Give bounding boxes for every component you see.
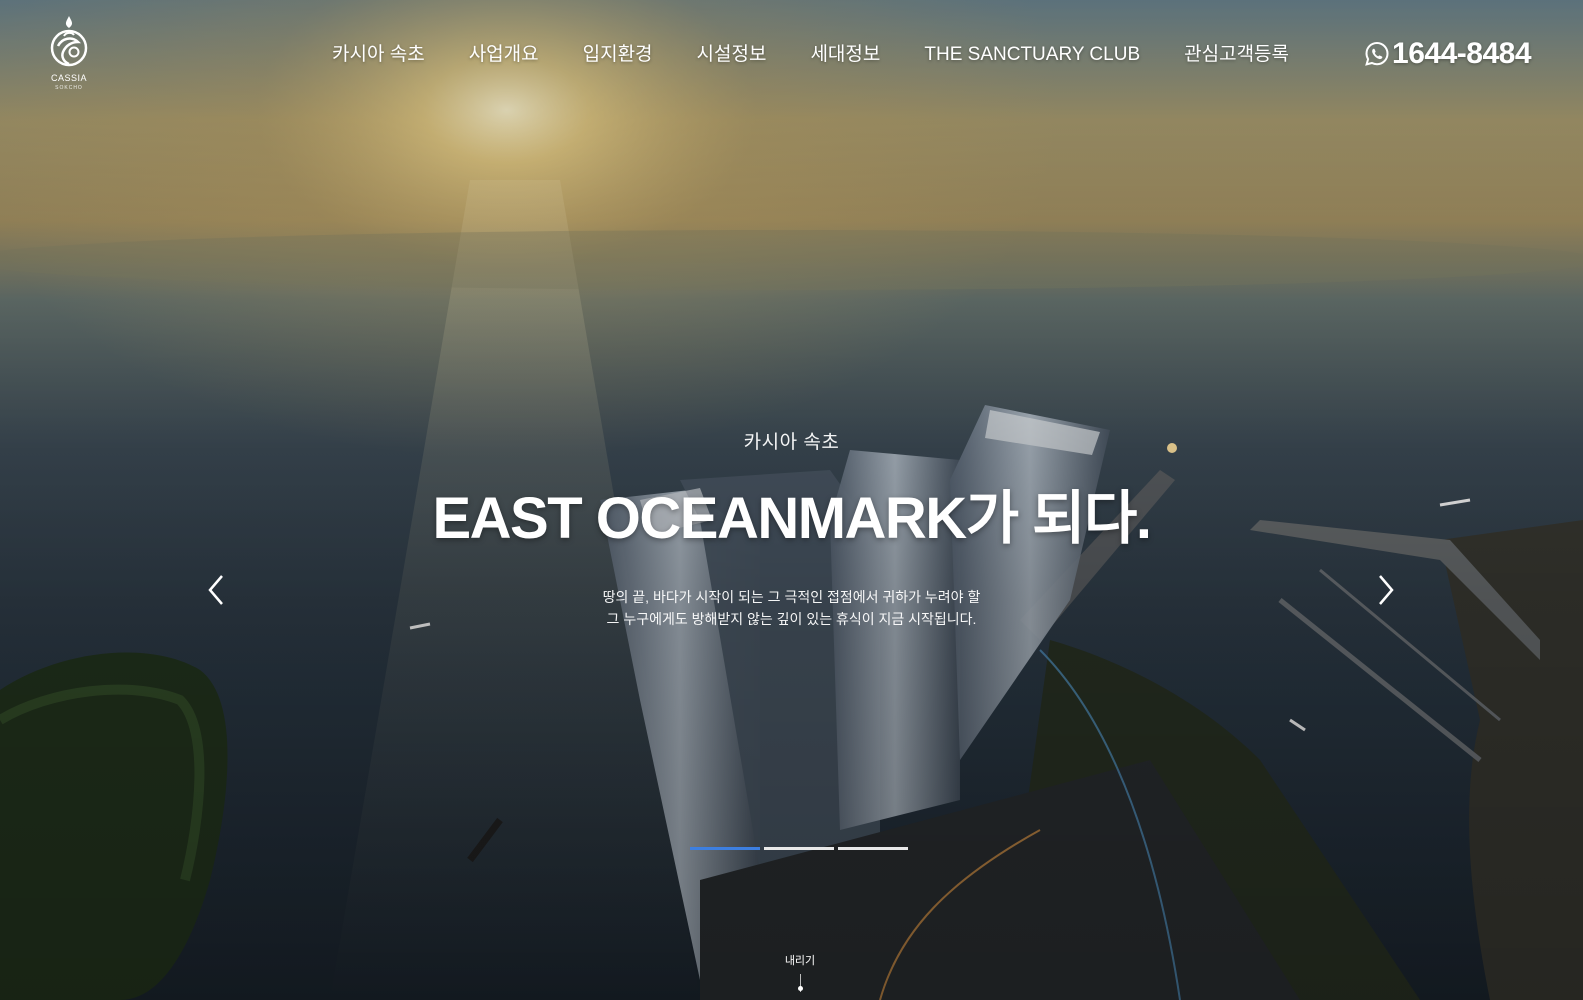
nav-item-business-overview[interactable]: 사업개요 (469, 40, 539, 70)
scroll-label: 내리기 (784, 955, 816, 967)
nav-item-sanctuary-club[interactable]: THE SANCTUARY CLUB (924, 40, 1140, 70)
hero-description-line-2: 그 누구에게도 방해받지 않는 깊이 있는 휴식이 지금 시작됩니다. (606, 611, 977, 627)
hero-description: 땅의 끝, 바다가 시작이 되는 그 극적인 접점에서 귀하가 누려야 할 그 … (0, 586, 1583, 630)
phone-number: 1644-8484 (1392, 37, 1531, 70)
main-navigation: 카시아 속초 사업개요 입지환경 시설정보 세대정보 THE SANCTUARY… (332, 40, 1289, 70)
hero-copy: 카시아 속초 EAST OCEANMARK가 되다. 땅의 끝, 바다가 시작이… (0, 430, 1583, 630)
nav-item-cassia-sokcho[interactable]: 카시아 속초 (332, 40, 425, 70)
slider-pagination (690, 847, 908, 851)
brand-logo[interactable]: CASSIA SOKCHO (44, 12, 94, 102)
slider-next-button[interactable] (1370, 570, 1400, 610)
slider-page-indicator[interactable] (838, 847, 908, 850)
site-header: CASSIA SOKCHO 카시아 속초 사업개요 입지환경 시설정보 세대정보… (0, 0, 1583, 110)
hero-section: CASSIA SOKCHO 카시아 속초 사업개요 입지환경 시설정보 세대정보… (0, 0, 1583, 1000)
hero-headline: EAST OCEANMARK가 되다. (432, 486, 1152, 551)
chevron-left-icon (208, 575, 223, 605)
scroll-down-icon (797, 974, 803, 992)
nav-item-facilities[interactable]: 시설정보 (697, 40, 767, 70)
slider-prev-button[interactable] (202, 570, 232, 610)
chevron-right-icon (1379, 575, 1394, 605)
nav-item-register-interest[interactable]: 관심고객등록 (1184, 40, 1289, 70)
whatsapp-phone-icon (1365, 41, 1389, 66)
hero-eyebrow: 카시아 속초 (743, 432, 840, 453)
cassia-emblem-icon (50, 16, 88, 67)
brand-name: CASSIA (50, 73, 87, 83)
brand-subtitle: SOKCHO (55, 85, 83, 91)
nav-item-location[interactable]: 입지환경 (583, 40, 653, 70)
scroll-down-button[interactable]: 내리기 (770, 952, 830, 992)
slider-page-indicator[interactable] (764, 847, 834, 850)
nav-item-units[interactable]: 세대정보 (810, 40, 880, 70)
hero-description-line-1: 땅의 끝, 바다가 시작이 되는 그 극적인 접점에서 귀하가 누려야 할 (602, 589, 981, 605)
phone-contact[interactable]: 1644-8484 (1364, 36, 1531, 72)
slider-page-indicator[interactable] (690, 847, 760, 850)
